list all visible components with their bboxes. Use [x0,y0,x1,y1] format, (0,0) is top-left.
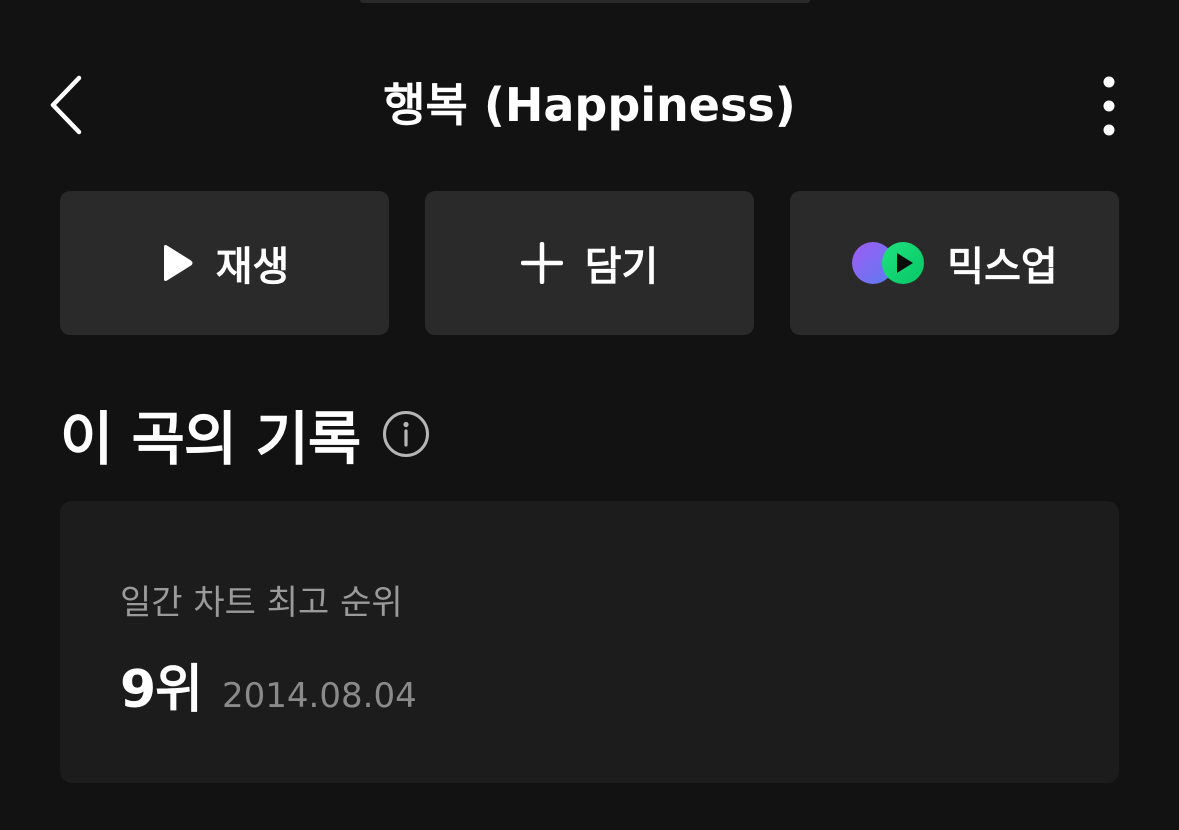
record-rank: 9위 [120,660,203,720]
song-info-screen: 행복 (Happiness) 재생 담기 믹스업 이 곡의 기록 일간 차트 최… [0,0,1179,830]
mixup-logo-icon [852,242,925,284]
page-title: 행복 (Happiness) [383,78,796,132]
play-icon [163,245,193,281]
more-vertical-icon [1103,76,1115,136]
header: 행복 (Happiness) [0,60,1179,150]
record-date: 2014.08.04 [222,676,417,716]
info-button[interactable] [382,410,430,458]
add-button[interactable]: 담기 [425,191,754,335]
chart-record-card: 일간 차트 최고 순위 9위 2014.08.04 [60,501,1119,783]
play-button-label: 재생 [215,244,290,290]
info-icon [383,411,430,457]
record-label: 일간 차트 최고 순위 [120,583,403,623]
record-value-row: 9위 2014.08.04 [120,647,417,722]
mixup-button-label: 믹스업 [947,244,1058,290]
back-button[interactable] [40,72,90,138]
chevron-left-icon [50,75,82,135]
mixup-button[interactable]: 믹스업 [790,191,1119,335]
section-title: 이 곡의 기록 [60,405,361,473]
device-notch [360,0,810,3]
plus-icon [520,242,563,284]
add-button-label: 담기 [584,244,659,290]
song-records-heading: 이 곡의 기록 [60,392,430,476]
more-options-button[interactable] [1089,70,1129,140]
play-button[interactable]: 재생 [60,191,389,335]
action-buttons: 재생 담기 믹스업 [60,191,1119,335]
